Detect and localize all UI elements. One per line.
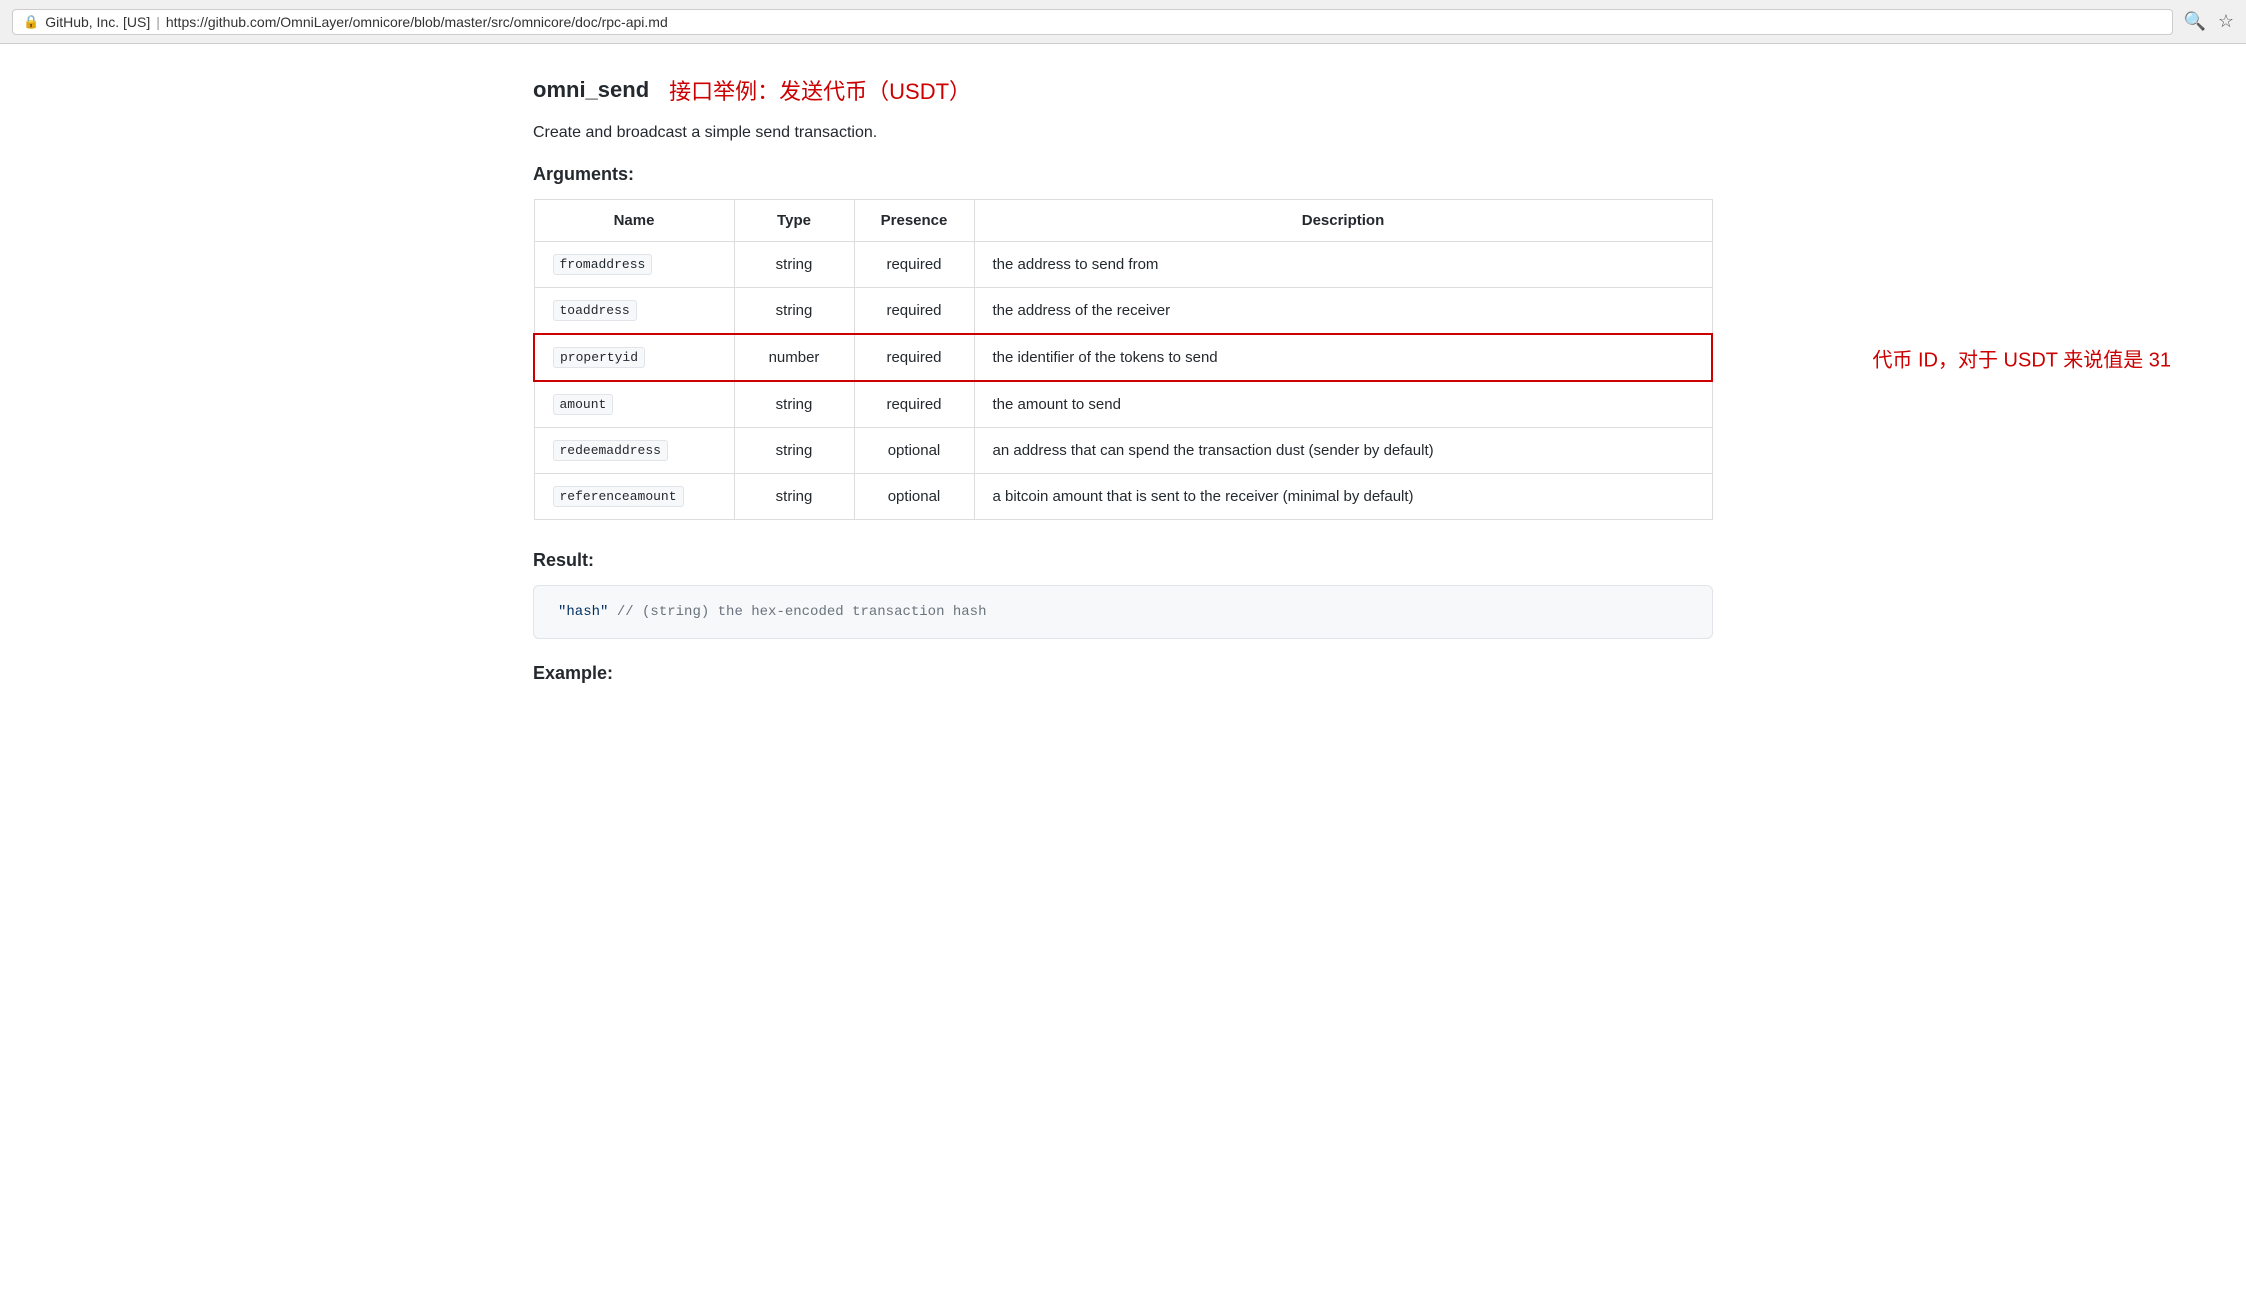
cell-type: string	[734, 242, 854, 288]
page-content: omni_send 接口举例：发送代币（USDT） Create and bro…	[473, 44, 1773, 728]
cell-name: toaddress	[534, 288, 734, 335]
table-row: amount stringrequiredthe amount to send	[534, 381, 1712, 428]
example-section: Example:	[533, 663, 1713, 684]
table-row: propertyid numberrequiredthe identifier o…	[534, 334, 1712, 381]
result-code-string: "hash"	[558, 604, 608, 620]
table-header-row: Name Type Presence Description	[534, 200, 1712, 242]
param-name-code: referenceamount	[553, 486, 684, 507]
row-annotation: 代币 ID，对于 USDT 来说值是 31	[1872, 343, 2171, 372]
param-name-code: amount	[553, 394, 614, 415]
cell-description: the address to send from	[974, 242, 1712, 288]
bookmark-icon[interactable]: ☆	[2218, 11, 2234, 32]
result-title: Result:	[533, 550, 1713, 571]
param-name-code: fromaddress	[553, 254, 653, 275]
example-title: Example:	[533, 663, 1713, 684]
cell-type: string	[734, 288, 854, 335]
cell-presence: optional	[854, 474, 974, 520]
cell-presence: required	[854, 381, 974, 428]
browser-toolbar-icons: 🔍 ☆	[2183, 11, 2234, 32]
cell-description: the identifier of the tokens to send代币 I…	[974, 334, 1712, 381]
url-separator: |	[156, 14, 160, 30]
cell-description: the amount to send	[974, 381, 1712, 428]
cell-type: string	[734, 428, 854, 474]
cell-type: number	[734, 334, 854, 381]
cell-name: referenceamount	[534, 474, 734, 520]
table-row: referenceamount stringoptionala bitcoin a…	[534, 474, 1712, 520]
arguments-table: Name Type Presence Description fromaddre…	[533, 199, 1713, 520]
cell-name: propertyid	[534, 334, 734, 381]
col-header-name: Name	[534, 200, 734, 242]
cell-presence: optional	[854, 428, 974, 474]
table-row: toaddress stringrequiredthe address of th…	[534, 288, 1712, 335]
result-code-block: "hash" // (string) the hex-encoded trans…	[533, 585, 1713, 639]
cell-type: string	[734, 381, 854, 428]
cell-presence: required	[854, 242, 974, 288]
cell-type: string	[734, 474, 854, 520]
secure-icon: 🔒	[23, 14, 39, 30]
function-name: omni_send	[533, 77, 649, 103]
result-section: Result: "hash" // (string) the hex-encod…	[533, 550, 1713, 639]
heading-annotation: 接口举例：发送代币（USDT）	[669, 74, 971, 106]
col-header-presence: Presence	[854, 200, 974, 242]
url-full: https://github.com/OmniLayer/omnicore/bl…	[166, 14, 668, 30]
search-icon[interactable]: 🔍	[2183, 11, 2205, 32]
col-header-type: Type	[734, 200, 854, 242]
page-heading: omni_send 接口举例：发送代币（USDT）	[533, 74, 1713, 106]
cell-presence: required	[854, 288, 974, 335]
arguments-title: Arguments:	[533, 164, 1713, 185]
param-name-code: propertyid	[553, 347, 645, 368]
address-bar[interactable]: 🔒 GitHub, Inc. [US] | https://github.com…	[12, 9, 2173, 35]
cell-description: an address that can spend the transactio…	[974, 428, 1712, 474]
param-name-code: redeemaddress	[553, 440, 668, 461]
cell-name: fromaddress	[534, 242, 734, 288]
cell-description: a bitcoin amount that is sent to the rec…	[974, 474, 1712, 520]
col-header-description: Description	[974, 200, 1712, 242]
table-body: fromaddressstringrequiredthe address to …	[534, 242, 1712, 520]
table-row: fromaddress stringrequiredthe address to …	[534, 242, 1712, 288]
description-text: Create and broadcast a simple send trans…	[533, 124, 1713, 142]
cell-name: redeemaddress	[534, 428, 734, 474]
cell-description: the address of the receiver	[974, 288, 1712, 335]
param-name-code: toaddress	[553, 300, 637, 321]
url-origin: GitHub, Inc. [US]	[45, 14, 150, 30]
cell-presence: required	[854, 334, 974, 381]
arguments-table-wrapper: Name Type Presence Description fromaddre…	[533, 199, 1713, 520]
result-code-comment: // (string) the hex-encoded transaction …	[617, 604, 987, 620]
browser-chrome: 🔒 GitHub, Inc. [US] | https://github.com…	[0, 0, 2246, 44]
cell-name: amount	[534, 381, 734, 428]
table-row: redeemaddress stringoptionalan address th…	[534, 428, 1712, 474]
